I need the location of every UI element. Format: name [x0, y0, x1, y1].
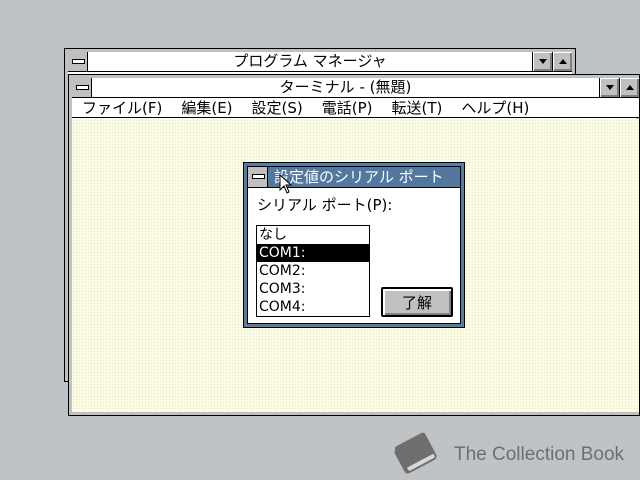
- list-item-com3[interactable]: COM3:: [257, 280, 369, 298]
- dialog-title: 設定値のシリアル ポート: [274, 167, 444, 186]
- dialog-body: シリアル ポート(P): なし COM1: COM2: COM3: COM4: …: [248, 188, 460, 323]
- menu-bar: ファイル(F) 編集(E) 設定(S) 電話(P) 転送(T) ヘルプ(H): [72, 98, 639, 118]
- minimize-icon: [605, 85, 614, 90]
- window-title: ターミナル - (無題): [279, 78, 412, 96]
- watermark: The Collection Book: [388, 430, 624, 480]
- program-manager-titlebar[interactable]: プログラム マネージャ: [68, 52, 572, 72]
- menu-help[interactable]: ヘルプ(H): [461, 98, 529, 118]
- maximize-icon: [625, 85, 634, 90]
- terminal-titlebar[interactable]: ターミナル - (無題): [72, 78, 639, 98]
- window-title: プログラム マネージャ: [233, 52, 387, 70]
- serial-port-listbox[interactable]: なし COM1: COM2: COM3: COM4:: [256, 225, 370, 317]
- menu-transfer[interactable]: 転送(T): [392, 98, 443, 118]
- system-menu-icon[interactable]: [68, 52, 88, 71]
- maximize-button[interactable]: [619, 78, 639, 97]
- menu-file[interactable]: ファイル(F): [82, 98, 162, 118]
- maximize-button[interactable]: [552, 52, 572, 71]
- list-item-com1[interactable]: COM1:: [257, 244, 369, 262]
- serial-port-dialog: 設定値のシリアル ポート シリアル ポート(P): なし COM1: COM2:…: [243, 162, 465, 328]
- book-icon: [394, 432, 437, 474]
- menu-edit[interactable]: 編集(E): [181, 98, 232, 118]
- menu-settings[interactable]: 設定(S): [252, 98, 303, 118]
- list-item-com2[interactable]: COM2:: [257, 262, 369, 280]
- minimize-button[interactable]: [599, 78, 619, 97]
- list-item-none[interactable]: なし: [257, 226, 369, 244]
- ok-button[interactable]: 了解: [381, 287, 453, 317]
- system-menu-icon[interactable]: [248, 167, 268, 187]
- menu-phone[interactable]: 電話(P): [322, 98, 373, 118]
- watermark-text: The Collection Book: [454, 444, 625, 465]
- list-item-com4[interactable]: COM4:: [257, 298, 369, 316]
- system-menu-icon[interactable]: [72, 78, 92, 97]
- minimize-button[interactable]: [532, 52, 552, 71]
- minimize-icon: [538, 59, 547, 64]
- serial-port-label: シリアル ポート(P):: [257, 196, 393, 214]
- mouse-pointer-icon: [279, 174, 293, 194]
- maximize-icon: [558, 59, 567, 64]
